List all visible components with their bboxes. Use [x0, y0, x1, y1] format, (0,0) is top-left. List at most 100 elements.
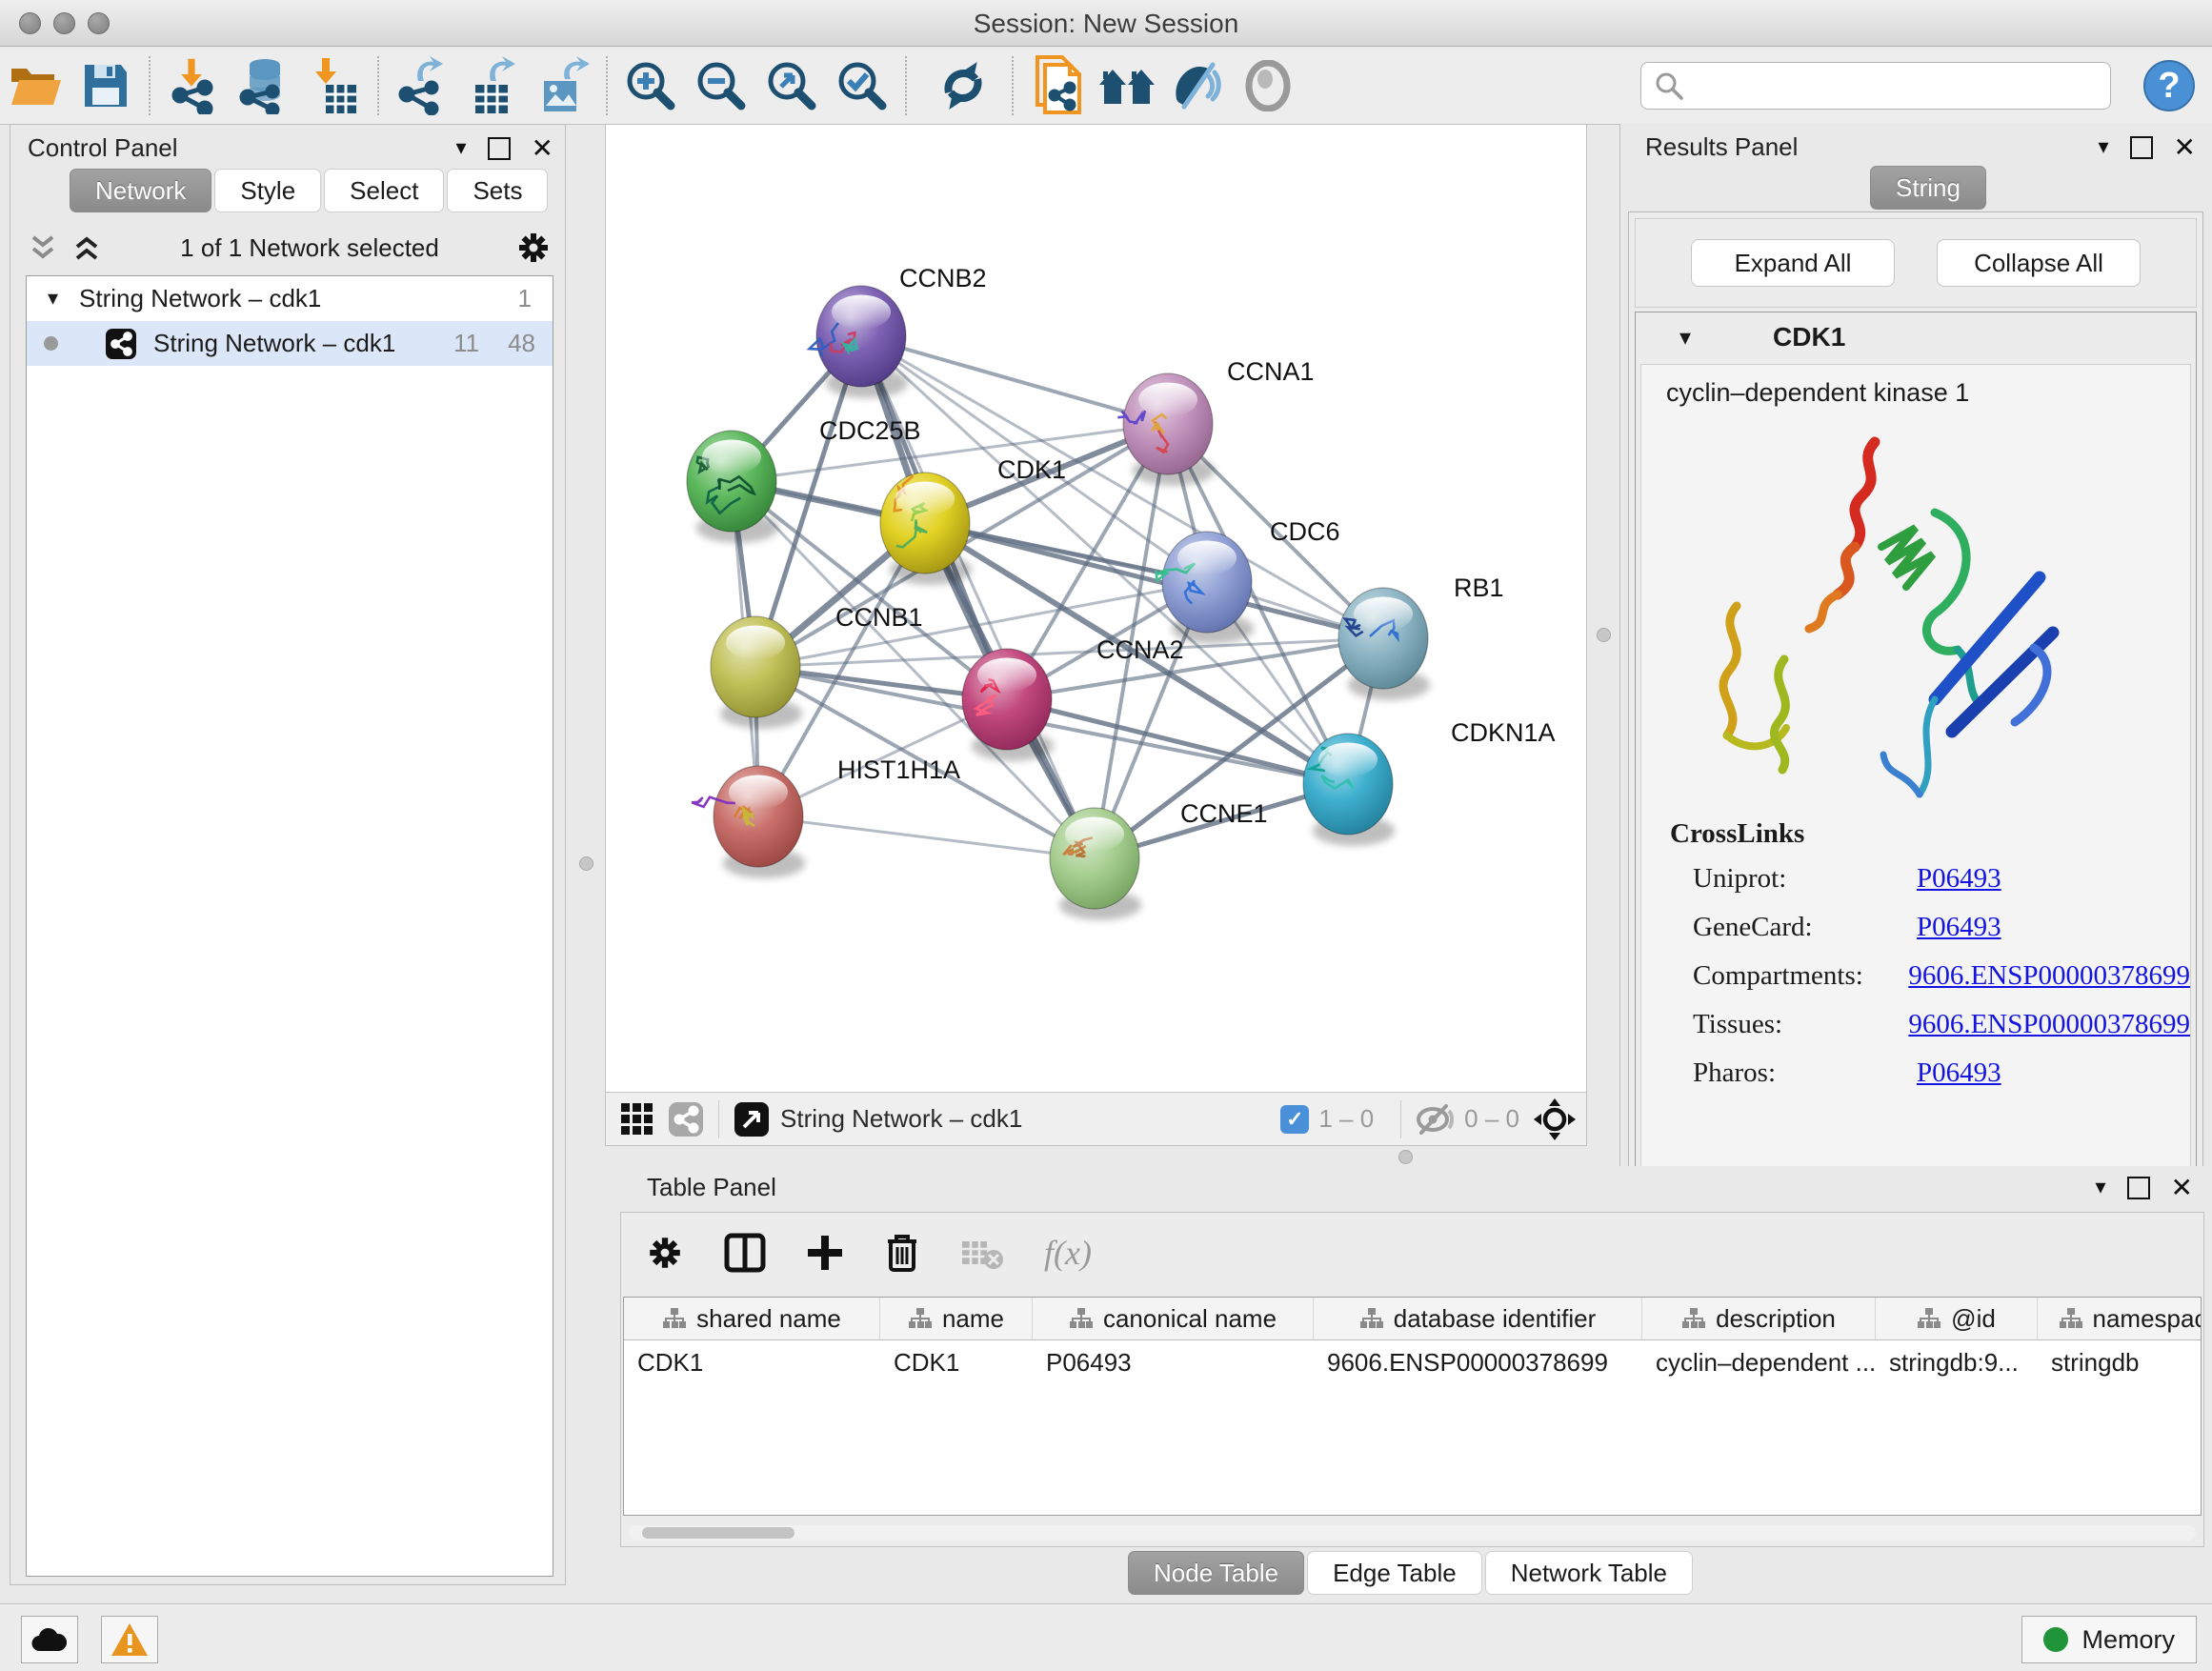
- table-options-gear-icon[interactable]: [646, 1234, 684, 1272]
- network-options-gear-icon[interactable]: [515, 230, 552, 266]
- tab-network[interactable]: Network: [70, 169, 211, 212]
- column-header-shared-name[interactable]: shared name: [624, 1298, 880, 1339]
- string-home-icon[interactable]: [1092, 52, 1162, 119]
- close-panel-icon[interactable]: ✕: [2174, 131, 2196, 163]
- delete-column-icon[interactable]: [884, 1232, 920, 1274]
- node-CCNA2[interactable]: CCNA2: [962, 635, 1184, 761]
- string-import-button[interactable]: [1021, 52, 1092, 119]
- export-table-button[interactable]: [457, 52, 528, 119]
- table-cell[interactable]: stringdb: [2038, 1348, 2202, 1378]
- crosslink-link[interactable]: 9606.ENSP00000378699: [1908, 1009, 2190, 1040]
- node-CCNB2[interactable]: CCNB2: [810, 264, 987, 398]
- crosslink-link[interactable]: P06493: [1917, 863, 2001, 895]
- selected-nodes-checkbox[interactable]: ✓: [1280, 1105, 1309, 1134]
- toolbar-search-box[interactable]: [1640, 62, 2111, 110]
- hidden-eye-icon[interactable]: [1415, 1103, 1455, 1136]
- panel-menu-icon[interactable]: ▾: [455, 136, 466, 160]
- show-columns-icon[interactable]: [724, 1233, 766, 1273]
- float-panel-icon[interactable]: [2127, 1177, 2150, 1199]
- table-row[interactable]: CDK1CDK1P064939606.ENSP00000378699cyclin…: [624, 1340, 2201, 1384]
- tab-select[interactable]: Select: [324, 169, 444, 212]
- zoom-selected-button[interactable]: [827, 52, 897, 119]
- collapse-all-button[interactable]: Collapse All: [1937, 239, 2141, 287]
- column-header-namespac[interactable]: namespac: [2038, 1298, 2202, 1339]
- zoom-in-button[interactable]: [615, 52, 686, 119]
- table-cell[interactable]: stringdb:9...: [1876, 1348, 2038, 1378]
- float-panel-icon[interactable]: [488, 137, 511, 160]
- node-CCNE1[interactable]: CCNE1: [1050, 799, 1268, 920]
- hide-unhide-button[interactable]: [1162, 52, 1233, 119]
- import-network-from-database-button[interactable]: [229, 52, 299, 119]
- function-builder-button[interactable]: f(x): [1044, 1233, 1092, 1273]
- collection-expander-icon[interactable]: ▾: [48, 287, 58, 311]
- tab-node-table[interactable]: Node Table: [1128, 1551, 1304, 1595]
- tab-edge-table[interactable]: Edge Table: [1307, 1551, 1482, 1595]
- network-graph[interactable]: CCNB2CCNA1CDC25BCDK1CDC6RB1CCNB1CCNA2CDK…: [606, 125, 1586, 1093]
- edge-HIST1H1A-CCNE1[interactable]: [758, 816, 1095, 858]
- protein-expander-icon[interactable]: ▾: [1679, 324, 1691, 351]
- import-network-button[interactable]: [158, 52, 229, 119]
- float-panel-icon[interactable]: [2130, 136, 2153, 159]
- crosslink-link[interactable]: 9606.ENSP00000378699: [1908, 960, 2190, 992]
- node-HIST1H1A[interactable]: HIST1H1A: [692, 755, 960, 878]
- table-cell[interactable]: CDK1: [624, 1348, 880, 1378]
- crosslink-label: GeneCard:: [1693, 912, 1917, 943]
- table-cell[interactable]: CDK1: [880, 1348, 1033, 1378]
- expand-all-button[interactable]: Expand All: [1691, 239, 1895, 287]
- column-header-database-identifier[interactable]: database identifier: [1314, 1298, 1642, 1339]
- network-collection-row[interactable]: ▾ String Network – cdk1 1: [27, 276, 553, 321]
- warnings-button[interactable]: [101, 1616, 158, 1663]
- close-panel-icon[interactable]: ✕: [2171, 1172, 2193, 1203]
- show-grid-icon[interactable]: [619, 1101, 655, 1137]
- crosslink-link[interactable]: P06493: [1917, 1057, 2001, 1089]
- splitter-handle[interactable]: [1398, 1150, 1413, 1164]
- network-canvas[interactable]: CCNB2CCNA1CDC25BCDK1CDC6RB1CCNB1CCNA2CDK…: [606, 125, 1586, 1093]
- table-horizontal-scrollbar[interactable]: [629, 1525, 2196, 1540]
- save-session-button[interactable]: [70, 52, 141, 119]
- open-session-button[interactable]: [0, 52, 70, 119]
- create-column-icon[interactable]: [806, 1234, 844, 1272]
- cloud-status-button[interactable]: [21, 1616, 78, 1663]
- show-graphics-details-icon[interactable]: [1233, 52, 1303, 119]
- node-gloss: [1354, 597, 1413, 632]
- export-image-button[interactable]: [528, 52, 598, 119]
- scrollbar-thumb[interactable]: [642, 1527, 794, 1539]
- column-header-canonical-name[interactable]: canonical name: [1033, 1298, 1314, 1339]
- close-panel-icon[interactable]: ✕: [532, 132, 553, 164]
- memory-button[interactable]: Memory: [2021, 1616, 2197, 1663]
- collapse-all-icon[interactable]: [28, 233, 60, 262]
- zoom-fit-button[interactable]: [756, 52, 827, 119]
- node-RB1[interactable]: RB1: [1338, 574, 1504, 700]
- apply-layout-button[interactable]: [928, 52, 998, 119]
- column-header-description[interactable]: description: [1642, 1298, 1876, 1339]
- table-cell[interactable]: P06493: [1033, 1348, 1314, 1378]
- panel-menu-icon[interactable]: ▾: [2098, 135, 2108, 159]
- node-CDKN1A[interactable]: CDKN1A: [1303, 718, 1556, 846]
- column-header--id[interactable]: @id: [1876, 1298, 2038, 1339]
- tab-string[interactable]: String: [1870, 166, 1986, 210]
- column-header-name[interactable]: name: [880, 1298, 1033, 1339]
- panel-menu-icon[interactable]: ▾: [2095, 1176, 2105, 1199]
- crosslink-link[interactable]: P06493: [1917, 912, 2001, 943]
- node-CDC6[interactable]: CDC6: [1156, 517, 1339, 644]
- node-CCNB1[interactable]: CCNB1: [711, 603, 923, 729]
- table-cell[interactable]: 9606.ENSP00000378699: [1314, 1348, 1642, 1378]
- zoom-out-button[interactable]: [686, 52, 756, 119]
- fit-content-crosshair-icon[interactable]: [1533, 1097, 1577, 1141]
- tab-network-table[interactable]: Network Table: [1485, 1551, 1693, 1595]
- expand-all-icon[interactable]: [71, 233, 104, 262]
- network-row-selected[interactable]: String Network – cdk1 11 48: [27, 321, 553, 366]
- splitter-handle[interactable]: [1597, 628, 1611, 642]
- delete-table-icon[interactable]: [960, 1236, 1004, 1270]
- export-network-button[interactable]: [387, 52, 457, 119]
- tab-sets[interactable]: Sets: [447, 169, 548, 212]
- network-overview-icon[interactable]: [667, 1100, 705, 1138]
- search-input[interactable]: [1693, 66, 2110, 106]
- node-CCNA1[interactable]: CCNA1: [1117, 357, 1314, 486]
- import-table-button[interactable]: [299, 52, 370, 119]
- tab-style[interactable]: Style: [214, 169, 321, 212]
- birds-eye-view-icon[interactable]: [733, 1100, 771, 1138]
- table-cell[interactable]: cyclin–dependent ...: [1642, 1348, 1876, 1378]
- splitter-handle[interactable]: [579, 856, 593, 871]
- help-button[interactable]: ?: [2142, 58, 2197, 118]
